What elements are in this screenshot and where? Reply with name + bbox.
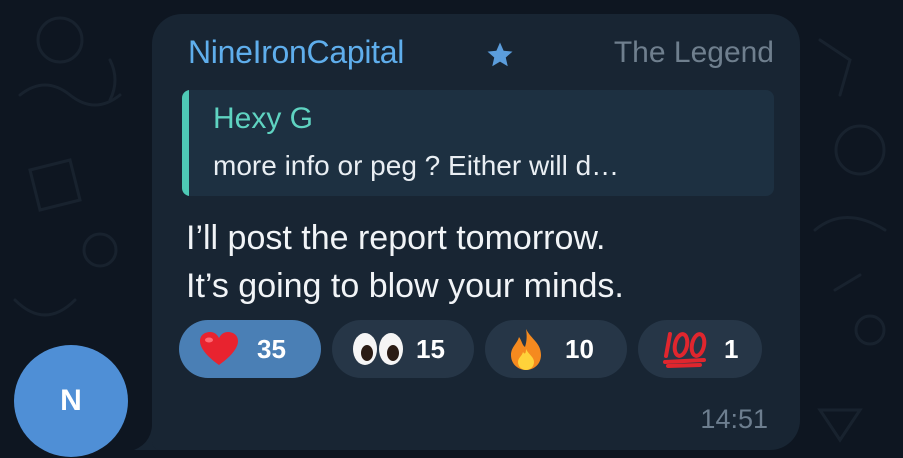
reply-accent-bar xyxy=(182,90,189,196)
sender-name[interactable]: NineIronCapital xyxy=(188,34,404,71)
sender-title: The Legend xyxy=(613,36,774,69)
heart-emoji-icon xyxy=(200,332,238,365)
reaction-count: 10 xyxy=(565,334,594,364)
fire-emoji-icon xyxy=(511,329,541,370)
message-line-2: It’s going to blow your minds. xyxy=(186,267,624,305)
sender-row: NineIronCapital The Legend xyxy=(188,34,774,74)
avatar-letter: N xyxy=(60,384,82,417)
reaction-count: 15 xyxy=(416,334,445,364)
reaction-count: 35 xyxy=(257,334,286,364)
eyes-emoji-icon xyxy=(353,333,403,365)
avatar[interactable]: N xyxy=(14,345,128,457)
reaction-eyes[interactable]: 15 xyxy=(332,320,474,378)
reply-text: more info or peg ? Either will d… xyxy=(213,150,620,181)
reaction-heart[interactable]: 35 xyxy=(179,320,321,378)
reaction-count: 1 xyxy=(724,334,739,364)
reply-author: Hexy G xyxy=(213,102,314,135)
reply-quote[interactable]: Hexy G more info or peg ? Either will d… xyxy=(182,90,774,196)
star-icon xyxy=(487,42,513,67)
message-bubble[interactable]: NineIronCapital The Legend Hexy G more i… xyxy=(152,14,800,450)
message-text: I’ll post the report tomorrow. It’s goin… xyxy=(186,214,624,310)
message-line-1: I’ll post the report tomorrow. xyxy=(186,219,606,257)
reaction-hundred-points[interactable]: 1 xyxy=(638,320,762,378)
reaction-fire[interactable]: 10 xyxy=(485,320,627,378)
hundred-points-emoji-icon xyxy=(663,332,707,368)
message-time: 14:51 xyxy=(700,404,768,434)
